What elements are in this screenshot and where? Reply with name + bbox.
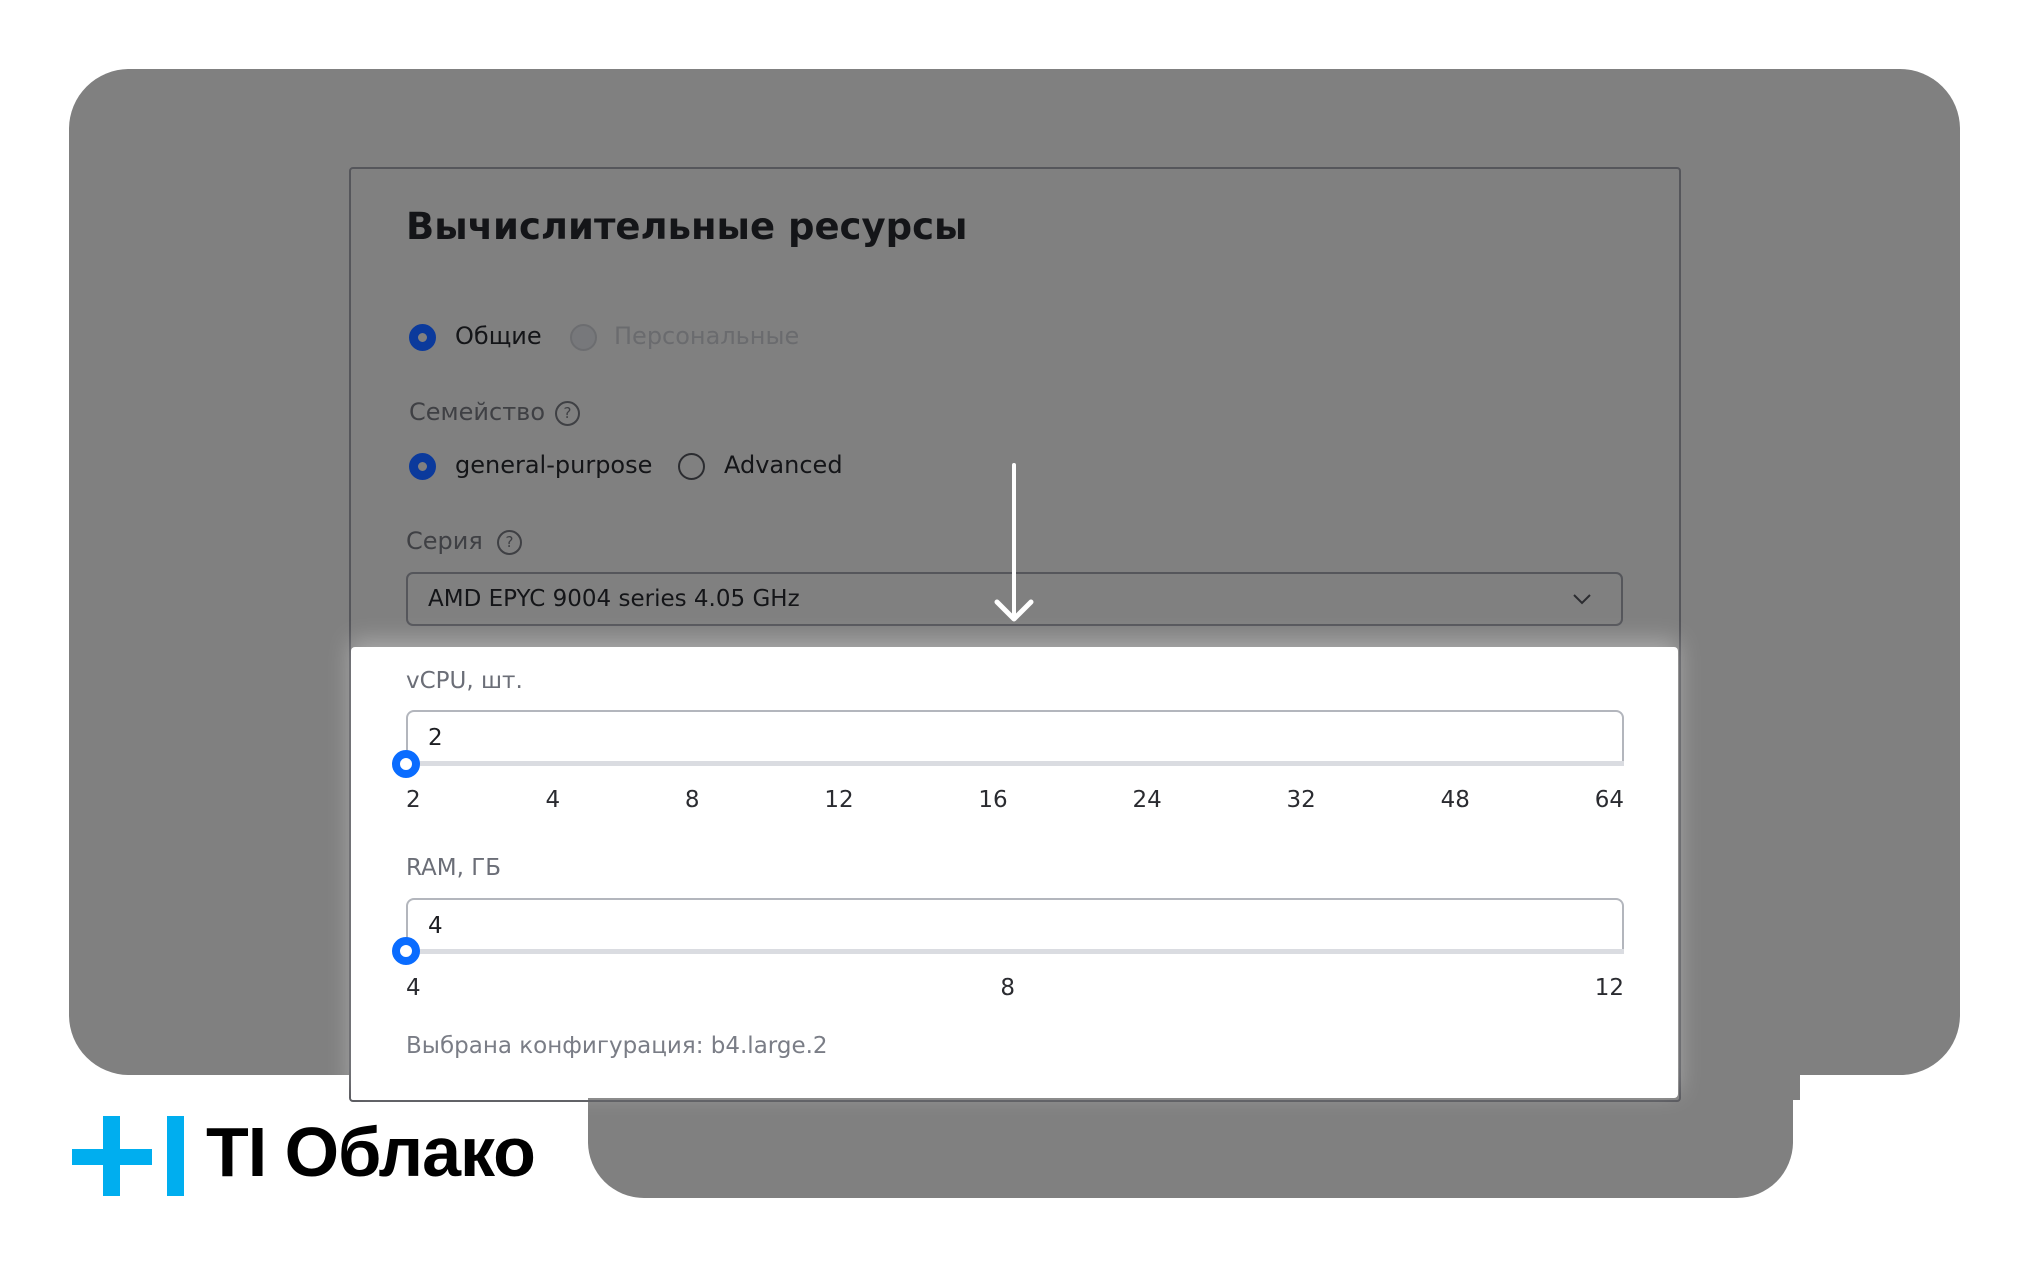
vcpu-slider-ticks: 2 4 8 12 16 24 32 48 64 [406,787,1624,813]
selected-configuration: Выбрана конфигурация: b4.large.2 [406,1033,828,1059]
tick-label[interactable]: 48 [1441,787,1470,813]
radio-disabled-icon [570,324,597,351]
radio-selected-icon [409,324,436,351]
help-icon[interactable]: ? [497,530,522,555]
chevron-down-icon [1573,594,1591,605]
radio-advanced-label: Advanced [724,451,843,479]
tick-label[interactable]: 4 [406,975,421,1001]
radio-personal-label: Персональные [614,322,800,350]
overlay-notch-fill [1700,1000,1800,1100]
radio-selected-icon [409,453,436,480]
radio-personal[interactable] [570,324,597,351]
help-icon[interactable]: ? [555,401,580,426]
tick-label[interactable]: 12 [824,787,853,813]
tick-label[interactable]: 4 [545,787,560,813]
family-label: Семейство [409,398,545,426]
radio-general-purpose-label: general-purpose [455,451,653,479]
tick-label[interactable]: 8 [1000,975,1015,1001]
radio-shared[interactable] [409,324,436,351]
tick-label[interactable]: 64 [1595,787,1624,813]
radio-advanced[interactable] [678,453,705,480]
logo-mark-icon [72,1116,184,1196]
ram-label: RAM, ГБ [406,855,502,881]
vcpu-input[interactable]: 2 [406,710,1624,764]
ram-input[interactable]: 4 [406,898,1624,952]
series-select-value: AMD EPYC 9004 series 4.05 GHz [428,586,800,612]
vcpu-label: vCPU, шт. [406,668,523,694]
tick-label[interactable]: 8 [685,787,700,813]
overlay-notch-cutout [1793,1076,1993,1276]
down-arrow-icon [994,463,1034,622]
ram-slider-ticks: 4 8 12 [406,975,1624,1001]
vcpu-slider-track[interactable] [406,761,1624,766]
tick-label[interactable]: 24 [1132,787,1161,813]
page-title: Вычислительные ресурсы [406,205,968,248]
vcpu-slider-thumb[interactable] [392,750,420,778]
radio-general-purpose[interactable] [409,453,436,480]
tick-label[interactable]: 2 [406,787,421,813]
ram-slider-track[interactable] [406,949,1624,954]
radio-shared-label: Общие [455,322,542,350]
radio-unselected-icon [678,453,705,480]
tick-label[interactable]: 32 [1287,787,1316,813]
ram-slider-thumb[interactable] [392,937,420,965]
tick-label[interactable]: 16 [978,787,1007,813]
vcpu-input-value: 2 [428,725,443,751]
logo-text: TI Облако [206,1113,536,1191]
tick-label[interactable]: 12 [1595,975,1624,1001]
ram-input-value: 4 [428,913,443,939]
series-label: Серия [406,527,483,555]
